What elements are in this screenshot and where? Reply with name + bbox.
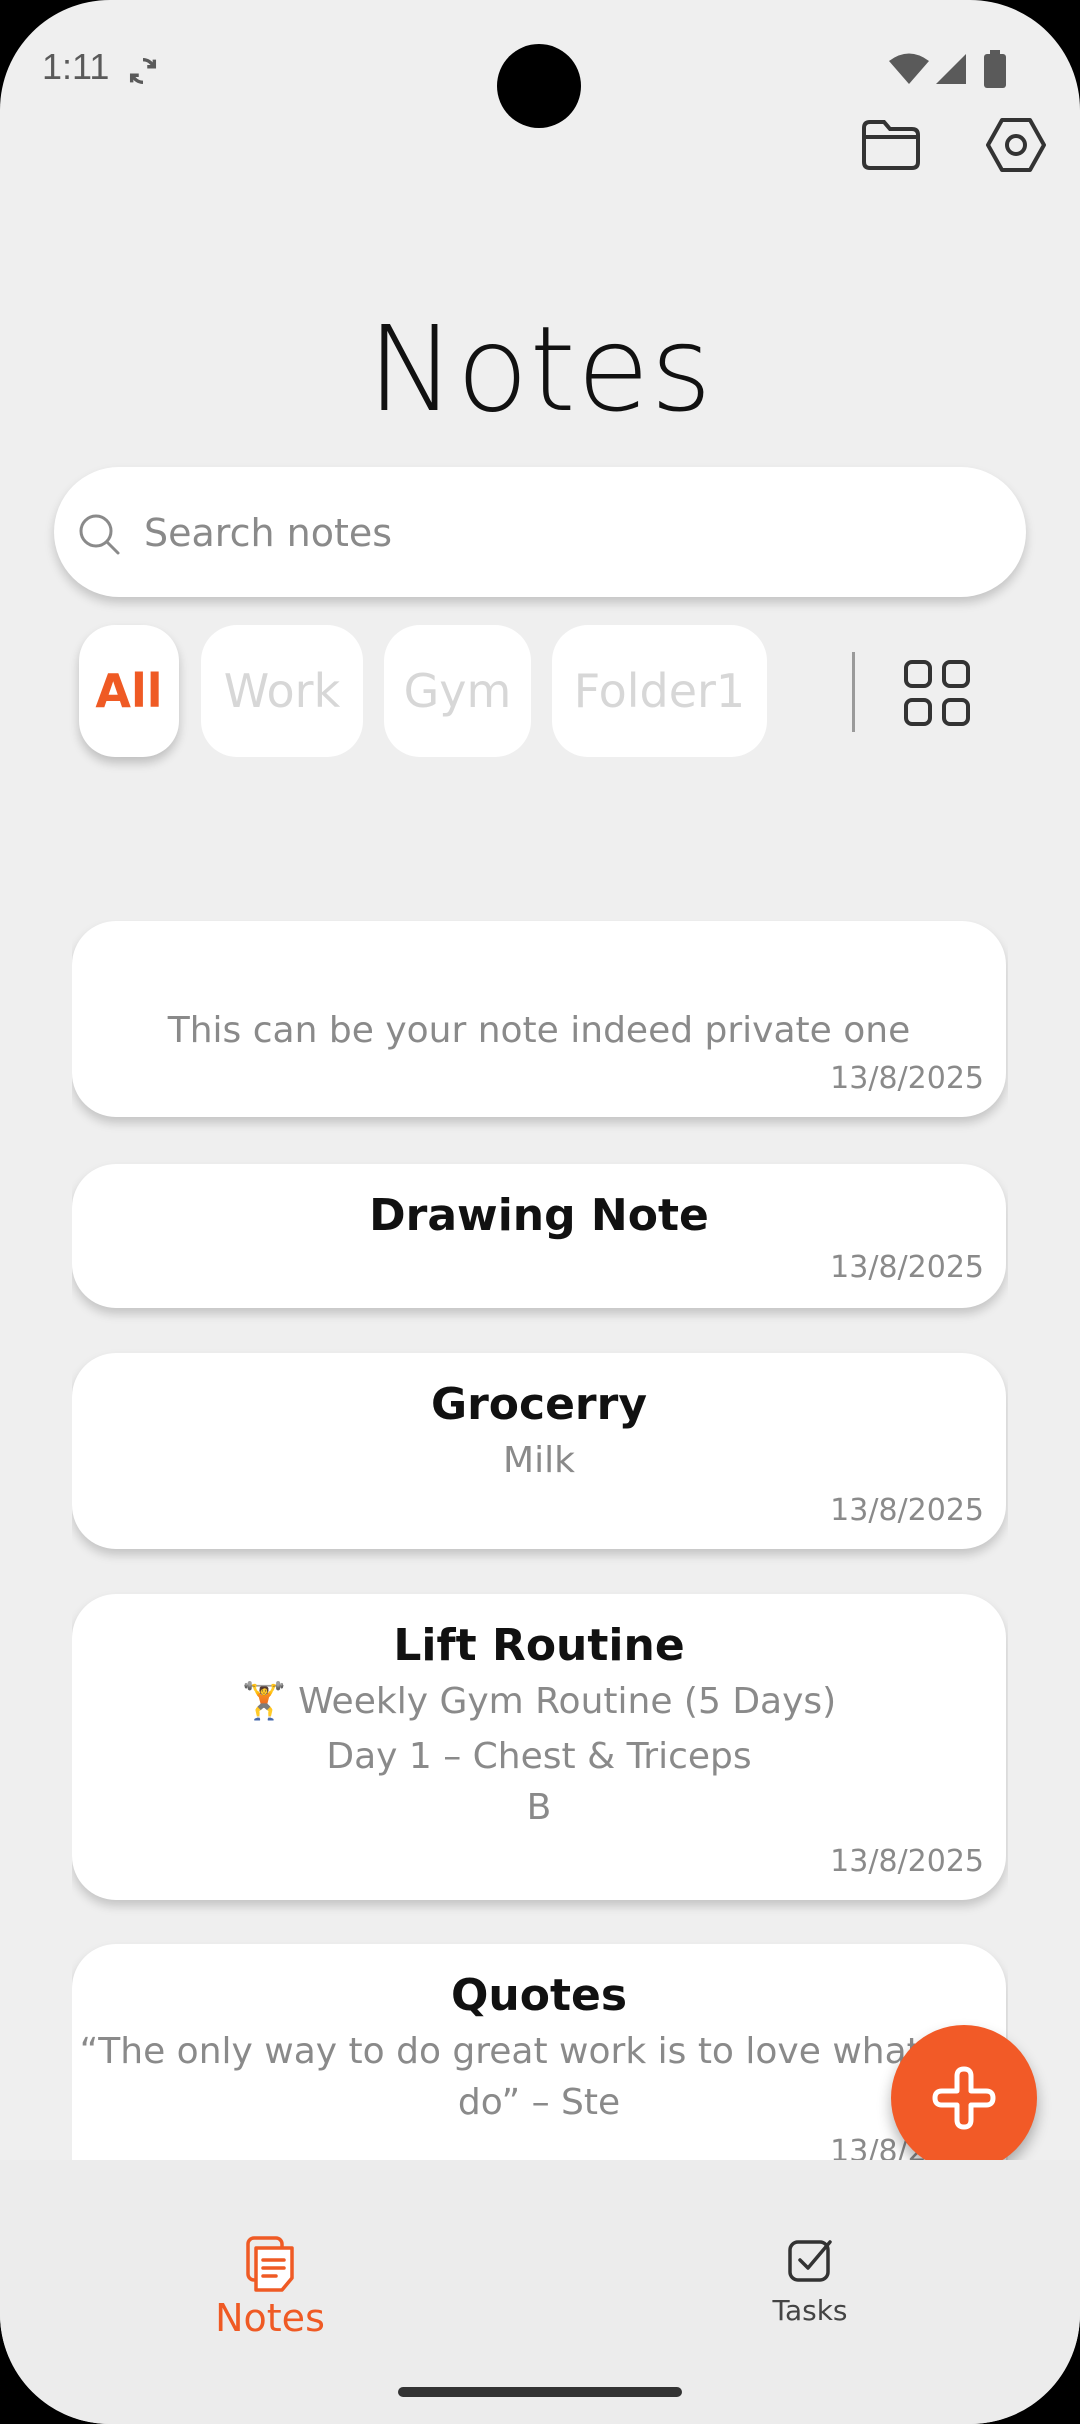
note-body: 🏋️ Weekly Gym Routine (5 Days) (241, 1681, 837, 1722)
nav-item-tasks[interactable]: Tasks (660, 2160, 960, 2327)
settings-icon (986, 118, 1046, 172)
tasks-icon (788, 2240, 832, 2282)
filter-divider (852, 652, 855, 732)
grid-view-icon[interactable] (900, 656, 976, 732)
note-body: This can be your note indeed private one (167, 1010, 911, 1051)
battery-icon (984, 50, 1006, 88)
note-card[interactable]: This can be your note indeed private one… (72, 921, 1006, 1117)
search-input[interactable] (142, 467, 986, 599)
page-title: Notes (367, 300, 713, 438)
note-title: Drawing Note (369, 1190, 709, 1241)
filter-chip-all[interactable]: All (79, 625, 179, 757)
note-body: Milk (503, 1440, 575, 1481)
note-card[interactable]: Lift Routine 🏋️ Weekly Gym Routine (5 Da… (72, 1594, 1006, 1900)
note-body: do” – Ste (457, 2082, 621, 2123)
note-date: 13/8/2025 (830, 1493, 984, 1528)
note-card[interactable]: Drawing Note 13/8/2025 (72, 1164, 1006, 1308)
note-body: Day 1 – Chest & Triceps (326, 1736, 752, 1777)
note-body: “The only way to do great work is to lov… (79, 2031, 999, 2072)
note-date: 13/8/2025 (830, 1844, 984, 1879)
search-icon (79, 514, 120, 555)
sync-icon (129, 57, 157, 85)
note-title: Grocerry (430, 1379, 648, 1430)
home-indicator[interactable] (398, 2387, 682, 2397)
note-date: 13/8/2025 (830, 1061, 984, 1096)
filter-chip-gym[interactable]: Gym (384, 625, 531, 757)
nav-item-notes[interactable]: Notes (120, 2160, 420, 2340)
note-card[interactable]: Grocerry Milk 13/8/2025 (72, 1353, 1006, 1549)
note-body: B (526, 1787, 552, 1828)
bottom-navigation: Notes Tasks (0, 2160, 1080, 2424)
nav-label-tasks: Tasks (772, 2294, 848, 2327)
notes-icon (246, 2236, 294, 2292)
note-date: 13/8/2025 (830, 1250, 984, 1285)
filter-chip-folder1[interactable]: Folder1 (552, 625, 767, 757)
folders-button[interactable] (856, 110, 926, 180)
folder-icon (862, 120, 920, 170)
camera-cutout (497, 44, 581, 128)
add-icon (932, 2066, 996, 2130)
note-card[interactable]: Quotes “The only way to do great work is… (72, 1944, 1006, 2162)
status-time: 1:11 (42, 46, 110, 87)
search-bar[interactable] (54, 467, 1026, 599)
settings-button[interactable] (981, 110, 1051, 180)
note-title: Lift Routine (393, 1620, 685, 1671)
filter-chip-work[interactable]: Work (201, 625, 363, 757)
nav-label-notes: Notes (215, 2296, 325, 2340)
signal-icon (936, 54, 966, 84)
notes-list: This can be your note indeed private one… (72, 920, 1008, 2162)
app-screen: 1:11 Notes All W (0, 0, 1080, 2424)
note-title: Quotes (450, 1970, 628, 2021)
wifi-icon (889, 53, 929, 84)
add-note-button[interactable] (891, 2025, 1037, 2171)
